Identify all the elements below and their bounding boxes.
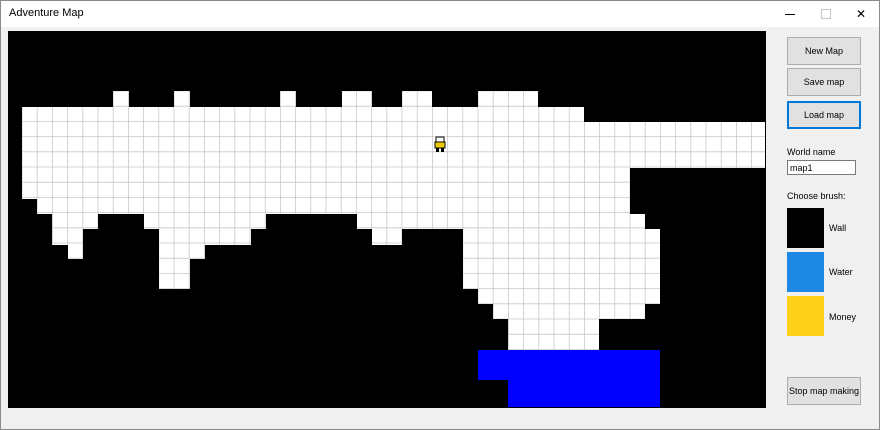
money-brush-swatch[interactable] xyxy=(787,296,824,336)
floor-tile[interactable] xyxy=(52,214,98,229)
maximize-icon xyxy=(821,9,831,19)
choose-brush-label: Choose brush: xyxy=(787,191,846,201)
world-name-label: World name xyxy=(787,147,836,157)
new-map-button[interactable]: New Map xyxy=(787,37,861,65)
map-canvas[interactable] xyxy=(8,31,766,408)
floor-tile[interactable] xyxy=(280,91,296,107)
floor-tile[interactable] xyxy=(463,229,660,274)
load-map-button[interactable]: Load map xyxy=(787,101,861,129)
water-tile[interactable] xyxy=(478,350,660,380)
map-grid[interactable] xyxy=(8,31,766,408)
wall-brush-swatch[interactable] xyxy=(787,208,824,248)
water-tile[interactable] xyxy=(508,380,660,407)
floor-tile[interactable] xyxy=(448,214,645,229)
window-title: Adventure Map xyxy=(9,7,84,19)
floor-tile[interactable] xyxy=(159,229,205,259)
save-map-button[interactable]: Save map xyxy=(787,68,861,96)
floor-tile[interactable] xyxy=(584,122,765,168)
floor-tile[interactable] xyxy=(159,259,190,289)
floor-tile[interactable] xyxy=(22,107,584,199)
floor-tile[interactable] xyxy=(174,91,190,107)
stop-map-making-button[interactable]: Stop map making xyxy=(787,377,861,405)
floor-tile[interactable] xyxy=(538,107,584,122)
floor-tile[interactable] xyxy=(584,168,630,199)
floor-tile[interactable] xyxy=(463,274,660,289)
title-bar[interactable]: Adventure Map ✕ xyxy=(1,1,879,27)
minimize-button[interactable] xyxy=(773,1,807,27)
floor-tile[interactable] xyxy=(113,91,129,107)
minimize-icon xyxy=(785,13,795,15)
maximize-button[interactable] xyxy=(809,1,843,27)
money-brush-label: Money xyxy=(829,312,857,322)
app-window: Adventure Map ✕ New Map Save map Load ma… xyxy=(0,0,880,430)
close-icon: ✕ xyxy=(855,7,867,21)
world-name-input[interactable] xyxy=(787,160,856,175)
water-brush-label: Water xyxy=(829,267,853,277)
close-button[interactable]: ✕ xyxy=(844,1,878,27)
floor-tile[interactable] xyxy=(37,199,630,214)
wall-brush-label: Wall xyxy=(829,223,847,233)
floor-tile[interactable] xyxy=(357,214,448,229)
floor-tile[interactable] xyxy=(342,91,372,107)
floor-tile[interactable] xyxy=(144,214,266,229)
water-brush-swatch[interactable] xyxy=(787,252,824,292)
floor-tile[interactable] xyxy=(68,229,83,259)
